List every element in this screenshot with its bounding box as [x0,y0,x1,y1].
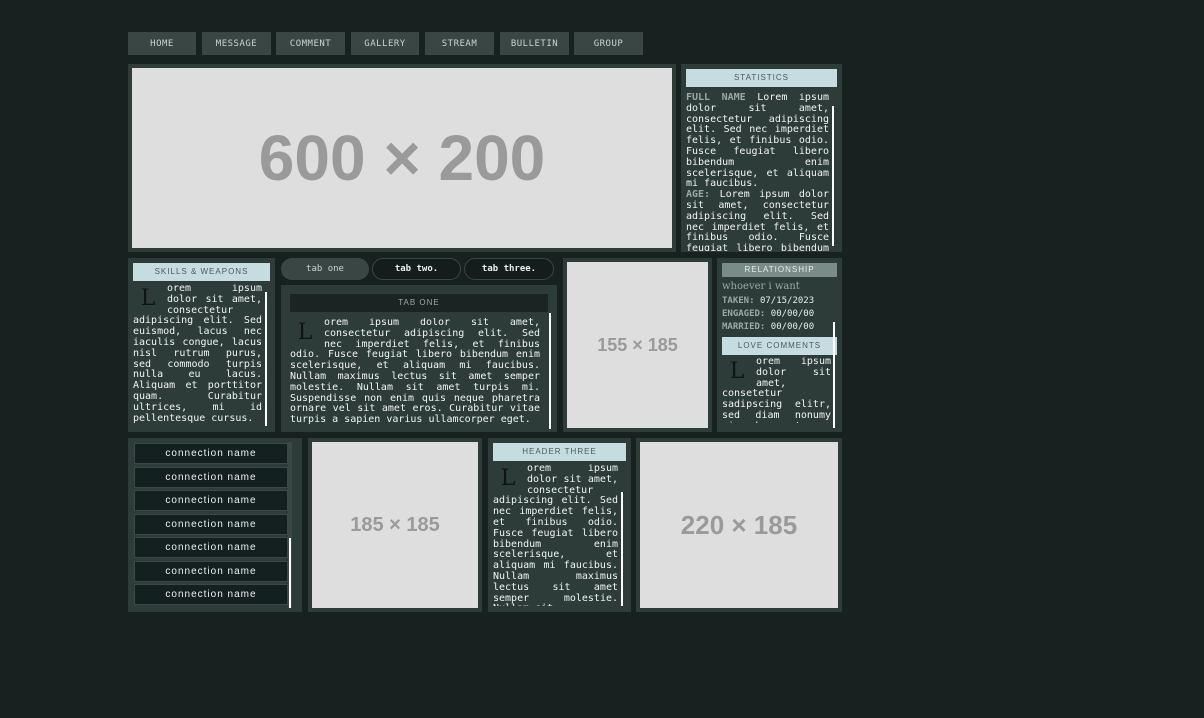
love-comments-text: L orem ipsum dolor sit amet, consetetur … [722,357,837,423]
nav-bulletin[interactable]: BULLETIN [500,32,569,55]
nav-comment[interactable]: COMMENT [276,32,345,55]
tab-three[interactable]: tab three. [464,258,554,280]
engaged-label: ENGAGED: [722,309,766,319]
age-label: AGE: [686,189,711,201]
tab-one[interactable]: tab one [281,258,369,280]
connections-scrollbar[interactable] [289,538,291,608]
tab-two[interactable]: tab two. [372,258,461,280]
tab-dropcap: L [297,320,313,345]
tab-content-panel: TAB ONE L orem ipsum dolor sit amet, con… [281,285,557,432]
tab-content-text: L orem ipsum dolor sit amet, consectetur… [290,318,548,424]
banner-image: 600 × 200 [132,68,672,248]
bottom-image1: 185 × 185 [312,442,478,608]
tab-content-title: TAB ONE [290,294,548,312]
skills-panel: SKILLS & WEAPONS L orem ipsum dolor sit … [128,258,275,432]
connection-item[interactable]: connection name [134,584,288,605]
nav-group[interactable]: GROUP [574,32,643,55]
connection-item[interactable]: connection name [134,443,288,464]
header-three-dropcap: L [500,466,516,491]
connection-item[interactable]: connection name [134,467,288,488]
tab-scrollbar[interactable] [549,313,551,429]
header-three-scrollbar[interactable] [621,492,623,606]
skills-title: SKILLS & WEAPONS [133,263,270,281]
bottom-image2-panel: 220 × 185 [636,438,842,612]
connection-item[interactable]: connection name [134,514,288,535]
full-name-value: Lorem ipsum dolor sit amet, consectetur … [686,93,829,190]
relationship-title: RELATIONSHIP [722,263,837,277]
love-comments-title: LOVE COMMENTS [722,337,837,355]
nav-message[interactable]: MESSAGE [202,32,271,55]
relationship-dates: TAKEN: 07/15/2023 ENGAGED: 00/00/00 MARR… [722,295,837,334]
connection-item[interactable]: connection name [134,490,288,511]
skills-scrollbar[interactable] [265,292,267,426]
tab-body: orem ipsum dolor sit amet, consectetur a… [290,318,540,424]
statistics-text: FULL NAME Lorem ipsum dolor sit amet, co… [686,93,837,251]
connection-item[interactable]: connection name [134,561,288,582]
taken-row: TAKEN: 07/15/2023 [722,295,837,308]
full-name-label: FULL NAME [686,93,746,103]
connection-item[interactable]: connection name [134,537,288,558]
relationship-scrollbar[interactable] [833,322,835,428]
skills-dropcap: L [140,286,156,311]
nav-home[interactable]: HOME [128,32,196,55]
relationship-wish: whoever i want [722,281,800,292]
taken-value: 07/15/2023 [759,296,815,306]
nav-gallery[interactable]: GALLERY [351,32,419,55]
bottom-image1-panel: 185 × 185 [308,438,482,612]
engaged-value: 00/00/00 [770,309,815,319]
relationship-panel: RELATIONSHIP whoever i want TAKEN: 07/15… [717,258,842,432]
statistics-title: STATISTICS [686,69,837,87]
mid-image: 155 × 185 [567,262,708,428]
header-three-title: HEADER THREE [493,443,626,461]
nav-stream[interactable]: STREAM [425,32,494,55]
skills-text: L orem ipsum dolor sit amet, consectetur… [133,284,270,426]
love-dropcap: L [729,359,745,384]
header-three-panel: HEADER THREE L orem ipsum dolor sit amet… [488,438,631,612]
married-label: MARRIED: [722,322,766,332]
statistics-panel: STATISTICS FULL NAME Lorem ipsum dolor s… [681,64,842,252]
banner-panel: 600 × 200 [128,64,676,252]
engaged-row: ENGAGED: 00/00/00 [722,308,837,321]
statistics-scrollbar[interactable] [832,106,834,246]
married-value: 00/00/00 [770,322,815,332]
married-row: MARRIED: 00/00/00 [722,321,837,334]
mid-image-panel: 155 × 185 [563,258,712,432]
taken-label: TAKEN: [722,296,755,306]
header-three-text: L orem ipsum dolor sit amet, consectetur… [493,464,626,606]
bottom-image2: 220 × 185 [640,442,838,608]
connections-panel: connection name connection name connecti… [128,438,302,612]
